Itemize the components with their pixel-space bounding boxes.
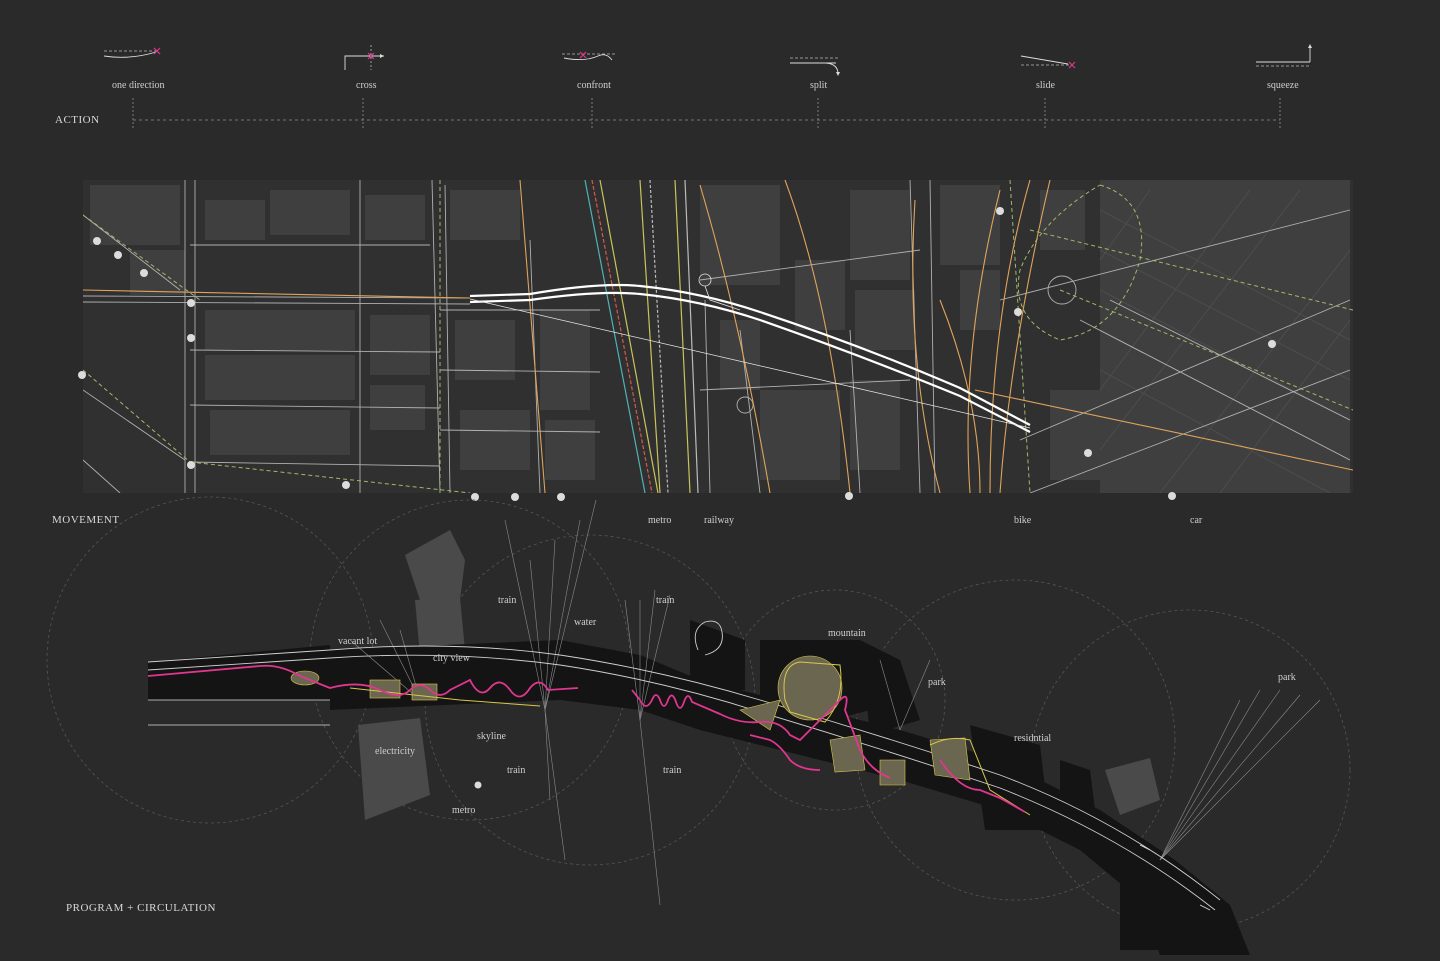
program-label-residential: residntial	[1014, 733, 1052, 744]
program-label-water: water	[574, 617, 597, 628]
program-label-park-1: park	[928, 677, 946, 688]
program-label-train-2: train	[656, 595, 675, 606]
program-label-mountain: mountain	[828, 628, 866, 639]
program-label-electricity: electricity	[375, 746, 415, 757]
program-diagram-graphics	[46, 496, 1351, 955]
program-label-train-1: train	[498, 595, 517, 606]
program-label-city-view: city view	[433, 653, 470, 664]
program-label-train-3: train	[507, 765, 526, 776]
program-label-train-4: train	[663, 765, 682, 776]
program-label-metro: metro	[452, 805, 476, 816]
program-label-skyline: skyline	[477, 731, 506, 742]
program-label-park-2: park	[1278, 672, 1296, 683]
program-label-vacant-lot: vacant lot	[338, 636, 378, 647]
